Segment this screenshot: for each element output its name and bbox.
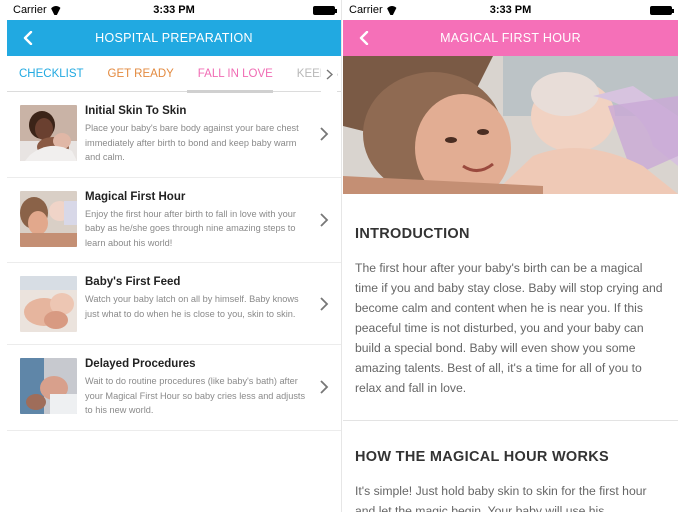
list-item-text: Magical First Hour Enjoy the first hour … — [85, 191, 331, 251]
status-time: 3:33 PM — [489, 4, 532, 16]
list-item-title: Initial Skin To Skin — [85, 105, 187, 117]
tab-bar: CHECKLIST GET READY FALL IN LOVE KEEP B — [7, 56, 341, 93]
nav-title: HOSPITAL PREPARATION — [95, 31, 253, 45]
list-item-text: Initial Skin To Skin Place your baby's b… — [85, 105, 331, 165]
hospital-preparation-screen: Carrier 3:33 PM HOSPITAL PREPARATION CHE… — [7, 0, 342, 512]
nav-bar: MAGICAL FIRST HOUR — [343, 20, 678, 56]
list-item[interactable]: Baby's First Feed Watch your baby latch … — [7, 263, 341, 345]
article-continued: HOW THE MAGICAL HOUR WORKS It's simple! … — [343, 449, 678, 512]
list-item-text: Delayed Procedures Wait to do routine pr… — [85, 358, 331, 418]
list-item-text: Baby's First Feed Watch your baby latch … — [85, 276, 331, 321]
chevron-right-icon — [320, 380, 329, 394]
magical-first-hour-screen: Carrier 3:33 PM MAGICAL FIRST HOUR INTRO… — [343, 0, 678, 512]
section-heading-introduction: INTRODUCTION — [355, 226, 470, 242]
skin-to-skin-thumbnail — [20, 105, 77, 161]
tab-get-ready[interactable]: GET READY — [96, 56, 186, 92]
nav-title: MAGICAL FIRST HOUR — [440, 31, 581, 45]
nav-bar: HOSPITAL PREPARATION — [7, 20, 341, 56]
section-heading-how-it-works: HOW THE MAGICAL HOUR WORKS — [355, 449, 610, 465]
list-item-description: Wait to do routine procedures (like baby… — [85, 376, 306, 415]
list-item-title: Magical First Hour — [85, 190, 186, 203]
section-body-how-it-works: It's simple! Just hold baby skin to skin… — [355, 484, 647, 512]
list-item-description: Place your baby's bare body against your… — [85, 123, 299, 162]
delayed-procedures-thumbnail — [20, 358, 77, 414]
battery-icon — [650, 5, 674, 15]
section-divider — [343, 420, 678, 421]
back-button[interactable] — [15, 20, 41, 56]
list-item[interactable]: Initial Skin To Skin Place your baby's b… — [7, 92, 341, 178]
screenshot-stage: Carrier 3:33 PM HOSPITAL PREPARATION CHE… — [0, 0, 678, 512]
chevron-right-icon — [320, 296, 329, 311]
tab-fall-in-love[interactable]: FALL IN LOVE — [186, 56, 285, 92]
status-bar: Carrier 3:33 PM — [7, 0, 341, 20]
list-item[interactable]: Delayed Procedures Wait to do routine pr… — [7, 345, 341, 431]
back-button[interactable] — [351, 20, 377, 56]
article: INTRODUCTION The first hour after your b… — [343, 226, 678, 398]
status-time: 3:33 PM — [153, 4, 195, 16]
list-item[interactable]: Magical First Hour Enjoy the first hour … — [7, 178, 341, 263]
list-item-title: Delayed Procedures — [85, 358, 196, 370]
chevron-left-icon — [23, 31, 33, 45]
tab-scroll-right-button[interactable] — [321, 56, 337, 92]
tab-checklist[interactable]: CHECKLIST — [7, 56, 96, 92]
chevron-left-icon — [359, 31, 369, 45]
section-body-introduction: The first hour after your baby's birth c… — [355, 261, 663, 395]
magical-first-hour-thumbnail — [20, 190, 77, 247]
mother-and-baby-photo — [343, 56, 678, 194]
first-feed-thumbnail — [20, 276, 77, 332]
chevron-right-icon — [326, 68, 333, 80]
status-bar: Carrier 3:33 PM — [343, 0, 678, 20]
chevron-right-icon — [320, 127, 329, 141]
list-item-description: Watch your baby latch on all by himself.… — [85, 294, 299, 319]
topic-list: Initial Skin To Skin Place your baby's b… — [7, 92, 341, 431]
battery-icon — [313, 5, 337, 15]
list-item-description: Enjoy the first hour after birth to fall… — [85, 208, 296, 248]
chevron-right-icon — [320, 213, 329, 227]
list-item-title: Baby's First Feed — [85, 276, 181, 288]
